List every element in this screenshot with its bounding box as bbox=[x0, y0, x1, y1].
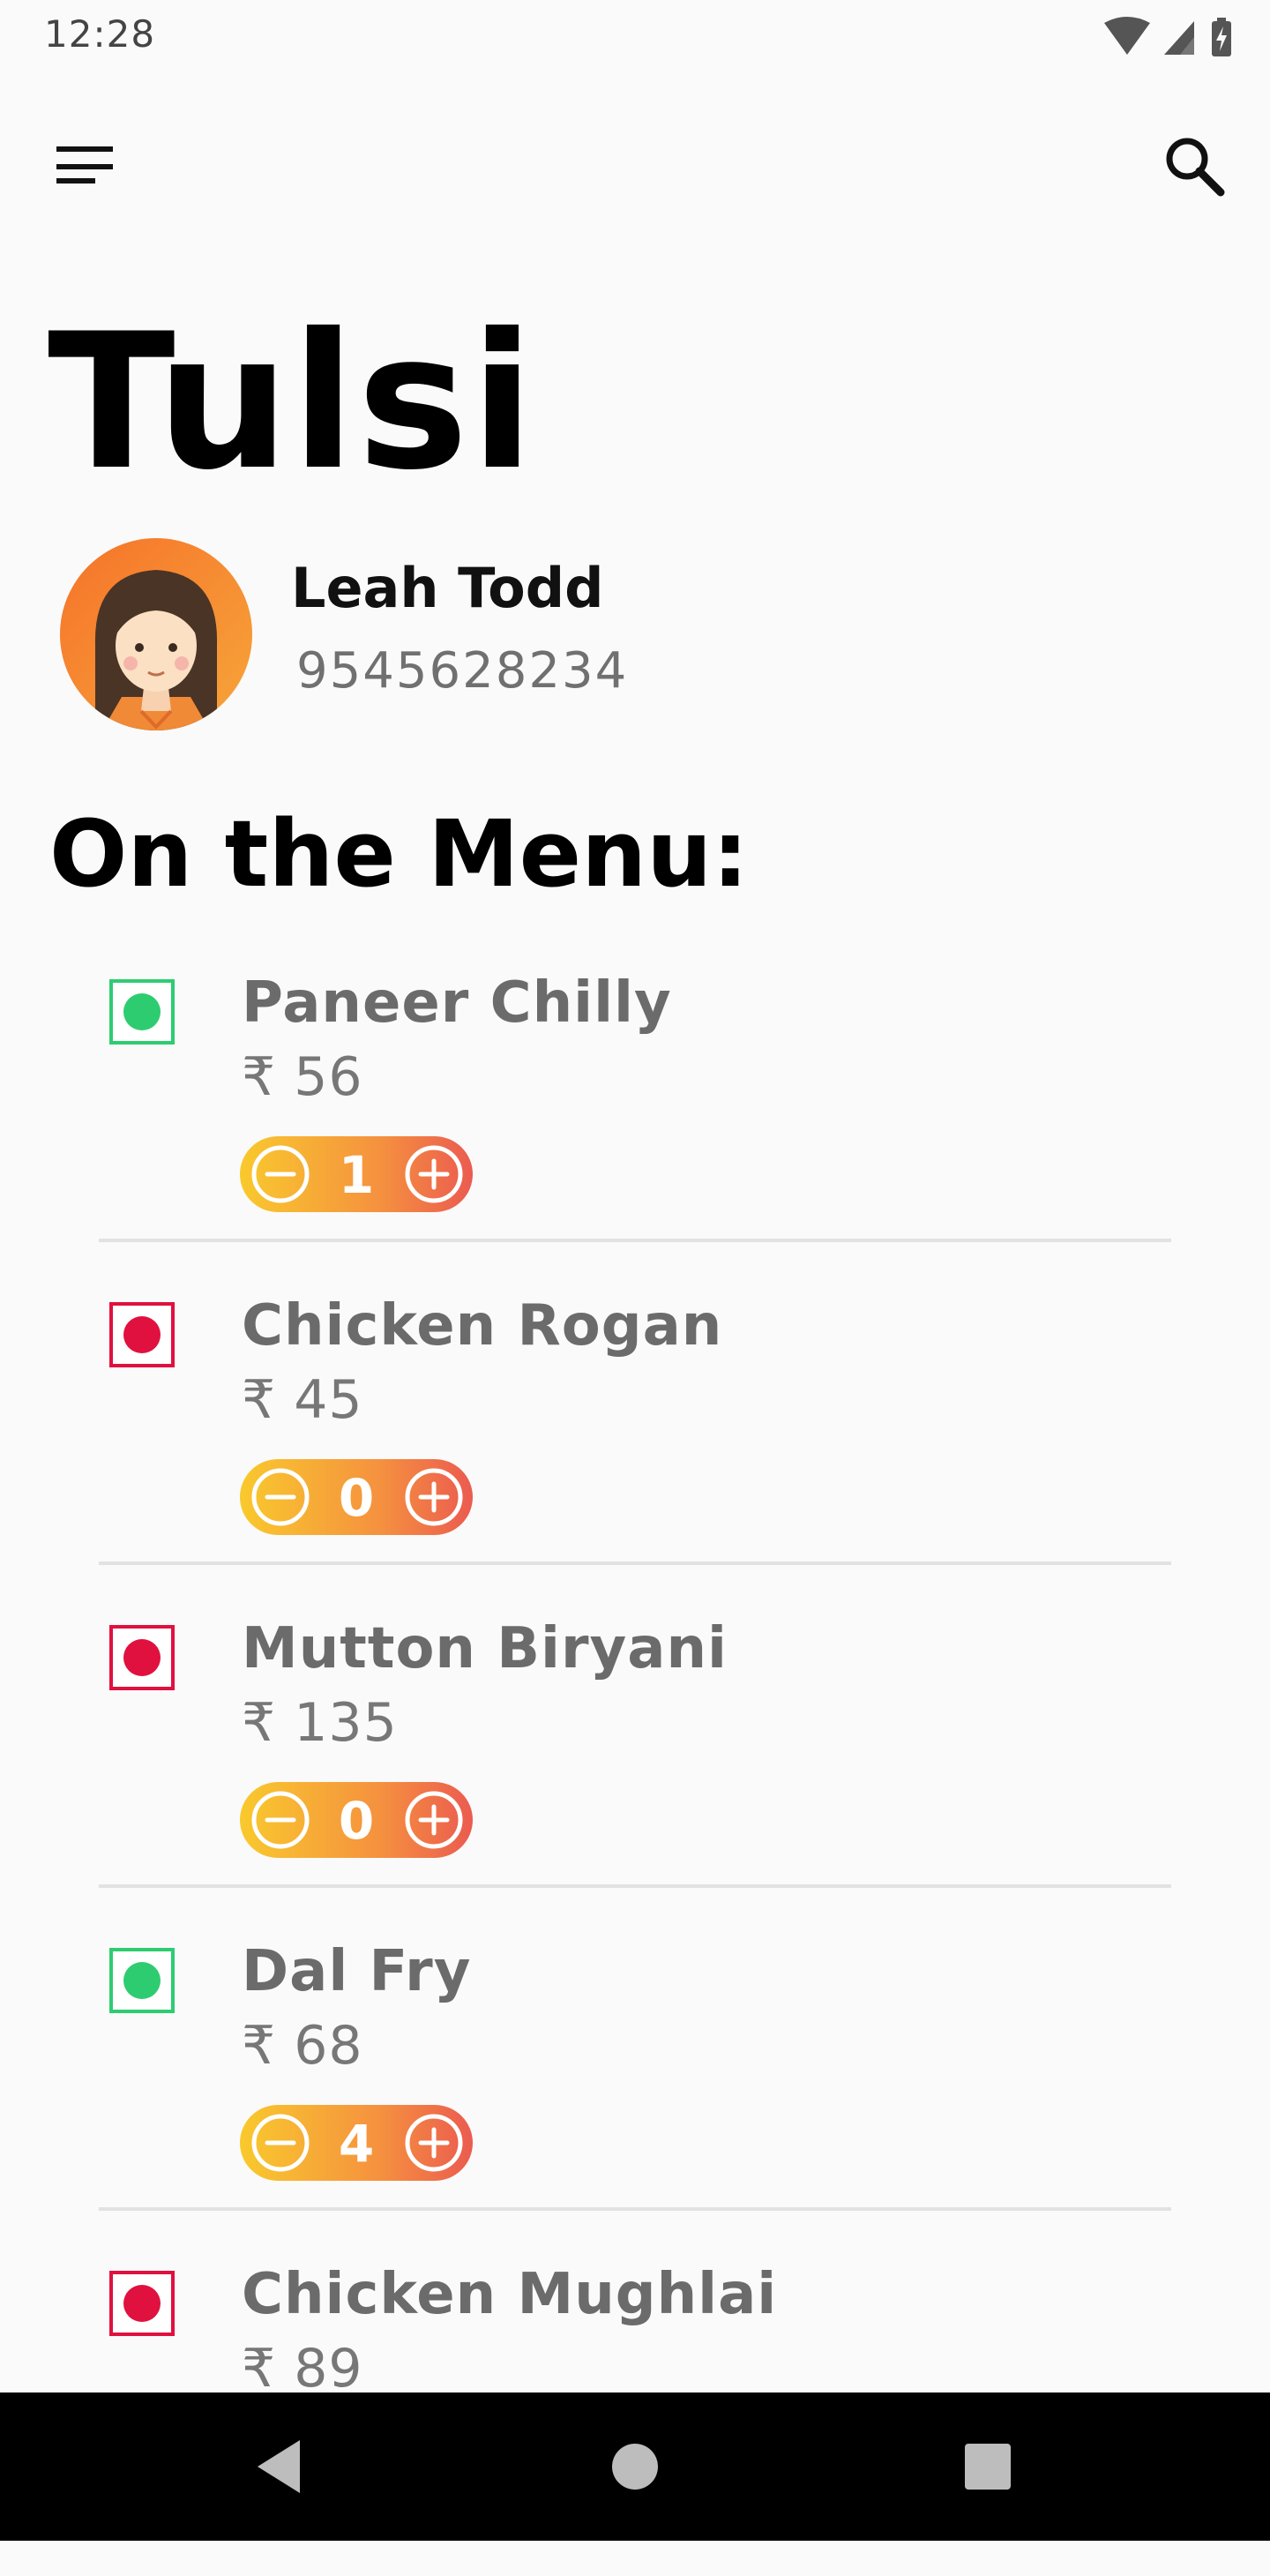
item-price: ₹ 56 bbox=[242, 1046, 363, 1108]
item-divider bbox=[99, 2207, 1171, 2211]
toolbar bbox=[0, 106, 1270, 212]
item-name: Dal Fry bbox=[242, 1939, 472, 2004]
decrease-quantity-button[interactable] bbox=[250, 1144, 310, 1204]
quantity-stepper: 4 bbox=[240, 2105, 473, 2181]
decrease-quantity-button[interactable] bbox=[250, 1467, 310, 1527]
home-icon bbox=[612, 2444, 658, 2490]
menu-heading: On the Menu: bbox=[49, 800, 749, 908]
signal-icon bbox=[1164, 21, 1194, 55]
quantity-value: 4 bbox=[338, 2114, 375, 2174]
back-button[interactable] bbox=[247, 2433, 314, 2500]
item-name: Paneer Chilly bbox=[242, 970, 672, 1036]
menu-item: Chicken Rogan ₹ 45 0 bbox=[0, 1284, 1270, 1607]
plus-icon bbox=[405, 1791, 463, 1849]
search-icon bbox=[1166, 138, 1225, 197]
navigation-bar bbox=[0, 2393, 1270, 2541]
minus-icon bbox=[251, 1145, 310, 1203]
wifi-icon bbox=[1104, 17, 1150, 55]
increase-quantity-button[interactable] bbox=[404, 2113, 464, 2173]
item-name: Chicken Rogan bbox=[242, 1293, 723, 1359]
veg-indicator-icon bbox=[109, 979, 175, 1045]
battery-icon bbox=[1212, 18, 1231, 56]
quantity-stepper: 0 bbox=[240, 1782, 473, 1858]
status-icons bbox=[1102, 16, 1235, 60]
item-price: ₹ 68 bbox=[242, 2015, 363, 2077]
minus-icon bbox=[251, 2114, 310, 2172]
item-price: ₹ 135 bbox=[242, 1692, 398, 1754]
plus-icon bbox=[405, 1468, 463, 1526]
quantity-stepper: 1 bbox=[240, 1136, 473, 1212]
menu-item: Dal Fry ₹ 68 4 bbox=[0, 1930, 1270, 2253]
plus-icon bbox=[405, 2114, 463, 2172]
veg-indicator-icon bbox=[109, 1948, 175, 2013]
minus-icon bbox=[251, 1791, 310, 1849]
item-divider bbox=[99, 1561, 1171, 1565]
back-icon bbox=[258, 2440, 300, 2493]
avatar bbox=[60, 538, 252, 730]
decrease-quantity-button[interactable] bbox=[250, 1790, 310, 1850]
increase-quantity-button[interactable] bbox=[404, 1790, 464, 1850]
user-name: Leah Todd bbox=[291, 556, 604, 620]
status-time: 12:28 bbox=[44, 12, 156, 56]
search-button[interactable] bbox=[1159, 131, 1229, 201]
nonveg-indicator-icon bbox=[109, 1625, 175, 1690]
decrease-quantity-button[interactable] bbox=[250, 2113, 310, 2173]
recents-icon bbox=[965, 2444, 1011, 2490]
menu-button[interactable] bbox=[51, 131, 122, 201]
menu-item: Mutton Biryani ₹ 135 0 bbox=[0, 1607, 1270, 1930]
minus-icon bbox=[251, 1468, 310, 1526]
item-name: Mutton Biryani bbox=[242, 1616, 728, 1681]
nonveg-indicator-icon bbox=[109, 2271, 175, 2336]
quantity-value: 1 bbox=[338, 1145, 375, 1205]
item-name: Chicken Mughlai bbox=[242, 2262, 778, 2327]
quantity-stepper: 0 bbox=[240, 1459, 473, 1535]
increase-quantity-button[interactable] bbox=[404, 1144, 464, 1204]
restaurant-title: Tulsi bbox=[48, 293, 536, 511]
item-divider bbox=[99, 1239, 1171, 1242]
item-price: ₹ 89 bbox=[242, 2338, 363, 2400]
home-button[interactable] bbox=[601, 2433, 669, 2500]
status-bar: 12:28 bbox=[0, 0, 1270, 78]
quantity-value: 0 bbox=[338, 1791, 375, 1851]
quantity-value: 0 bbox=[338, 1468, 375, 1528]
item-divider bbox=[99, 1884, 1171, 1888]
plus-icon bbox=[405, 1145, 463, 1203]
increase-quantity-button[interactable] bbox=[404, 1467, 464, 1527]
recents-button[interactable] bbox=[954, 2433, 1021, 2500]
menu-item: Paneer Chilly ₹ 56 1 bbox=[0, 962, 1270, 1284]
menu-icon bbox=[56, 146, 113, 183]
item-price: ₹ 45 bbox=[242, 1369, 363, 1431]
nonveg-indicator-icon bbox=[109, 1302, 175, 1367]
user-phone: 9545628234 bbox=[296, 642, 629, 700]
